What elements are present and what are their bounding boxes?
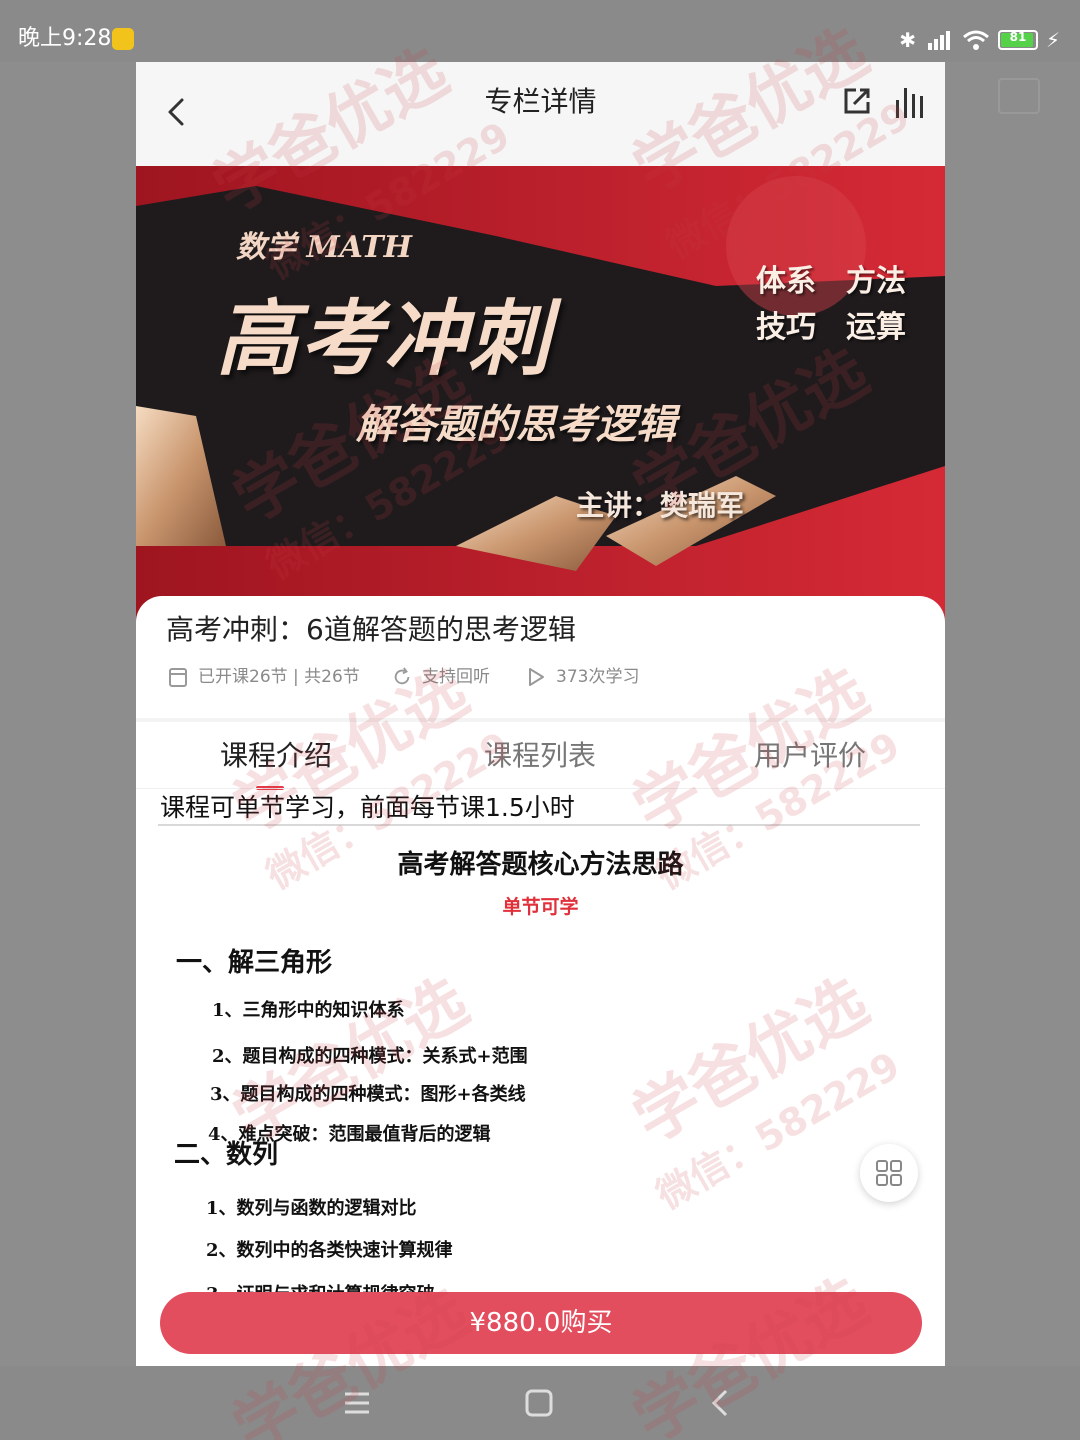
outline-item: 1、三角形中的知识体系 bbox=[212, 1000, 405, 1021]
background-left bbox=[0, 62, 136, 1440]
tab-course-intro[interactable]: 课程介绍 bbox=[220, 736, 332, 776]
divider bbox=[136, 788, 945, 789]
tab-bar: 课程介绍 课程列表 用户评价 bbox=[136, 722, 945, 790]
app-window: 专栏详情 数学 MATH 高考冲刺 解答题的思考逻辑 主讲：樊瑞军 体系 方法 … bbox=[136, 62, 945, 1366]
share-button[interactable] bbox=[842, 86, 872, 116]
charging-icon: ⚡ bbox=[1045, 28, 1060, 52]
study-count-text: 373次学习 bbox=[556, 667, 640, 687]
system-nav-bar bbox=[0, 1366, 1080, 1440]
outline-section-title: 二、数列 bbox=[174, 1140, 279, 1170]
status-time: 晚上9:28 bbox=[18, 26, 112, 51]
banner-tag: 运算 bbox=[846, 310, 906, 345]
lesson-count: 已开课26节 | 共26节 bbox=[168, 664, 360, 690]
course-info-card: 高考冲刺：6道解答题的思考逻辑 已开课26节 | 共26节 支持回听 373次学… bbox=[136, 596, 945, 718]
outline-item: 2、题目构成的四种模式：关系式+范围 bbox=[212, 1046, 528, 1067]
divider bbox=[158, 824, 920, 826]
banner-tag: 方法 bbox=[846, 264, 906, 299]
replay-text: 支持回听 bbox=[422, 667, 490, 687]
background-right bbox=[945, 62, 1080, 1440]
window-icon bbox=[998, 78, 1040, 114]
buy-button[interactable]: ¥880.0购买 bbox=[160, 1292, 922, 1354]
top-bar: 专栏详情 bbox=[136, 62, 945, 166]
outline-subheading: 单节可学 bbox=[502, 896, 579, 918]
status-bar: 晚上9:28 ✱ 81 ⚡ bbox=[0, 0, 1080, 62]
bars-icon bbox=[896, 88, 923, 118]
banner-subtitle: 解答题的思考逻辑 bbox=[356, 401, 676, 448]
course-banner: 数学 MATH 高考冲刺 解答题的思考逻辑 主讲：樊瑞军 体系 方法 技巧 运算 bbox=[136, 166, 945, 626]
outline-heading: 高考解答题核心方法思路 bbox=[397, 850, 684, 880]
outline-section-title: 一、解三角形 bbox=[176, 948, 333, 978]
study-count: 373次学习 bbox=[526, 664, 639, 690]
outline-item: 3、题目构成的四种模式：图形+各类线 bbox=[210, 1084, 526, 1105]
home-icon[interactable] bbox=[522, 1386, 556, 1420]
course-title: 高考冲刺：6道解答题的思考逻辑 bbox=[166, 613, 576, 646]
outline-item: 1、数列与函数的逻辑对比 bbox=[206, 1198, 417, 1219]
replay-icon bbox=[394, 667, 410, 685]
bluetooth-icon: ✱ bbox=[899, 28, 916, 52]
banner-title: 高考冲刺 bbox=[216, 291, 552, 387]
share-icon bbox=[844, 88, 870, 114]
grid-icon bbox=[876, 1160, 902, 1186]
calendar-icon bbox=[169, 668, 187, 687]
replay-support: 支持回听 bbox=[392, 664, 490, 690]
tab-user-reviews[interactable]: 用户评价 bbox=[754, 736, 866, 776]
back-nav-icon[interactable] bbox=[704, 1386, 738, 1420]
catalog-float-button[interactable] bbox=[860, 1144, 918, 1202]
notification-app-icon bbox=[112, 28, 134, 50]
battery-icon: 81 bbox=[997, 30, 1038, 50]
banner-teacher: 主讲：樊瑞军 bbox=[576, 489, 745, 522]
course-outline-image: 高考解答题核心方法思路 单节可学 一、解三角形 1、三角形中的知识体系 2、题目… bbox=[136, 832, 945, 1294]
audio-stats-button[interactable] bbox=[894, 84, 926, 118]
status-icons: ✱ 81 ⚡ bbox=[899, 28, 1060, 52]
tab-course-list[interactable]: 课程列表 bbox=[484, 736, 596, 776]
banner-tag: 技巧 bbox=[756, 310, 816, 345]
lesson-count-text: 已开课26节 | 共26节 bbox=[198, 667, 360, 687]
intro-text: 课程可单节学习，前面每节课1.5小时 bbox=[160, 793, 575, 822]
wifi-icon bbox=[962, 30, 989, 50]
banner-subject: 数学 MATH bbox=[236, 230, 412, 265]
page-title: 专栏详情 bbox=[484, 85, 597, 118]
signal-icon bbox=[927, 31, 950, 50]
play-icon bbox=[529, 668, 544, 686]
outline-item: 2、数列中的各类快速计算规律 bbox=[206, 1240, 453, 1261]
menu-icon[interactable] bbox=[340, 1386, 374, 1420]
banner-tag: 体系 bbox=[756, 264, 816, 299]
battery-percent: 81 bbox=[1009, 30, 1027, 44]
